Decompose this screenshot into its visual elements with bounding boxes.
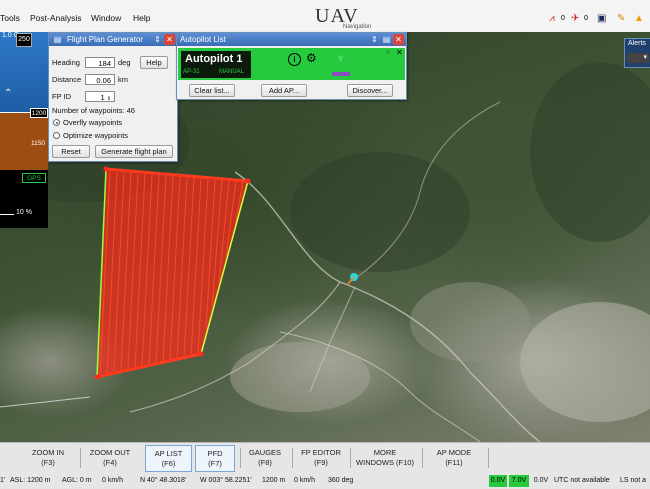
- generate-flight-plan-button[interactable]: Generate flight plan: [95, 145, 173, 158]
- chart-icon[interactable]: ⩘: [549, 13, 555, 24]
- status-speed: 0 km/h: [102, 477, 124, 484]
- pin-icon[interactable]: ⇕: [152, 34, 163, 45]
- distance-input[interactable]: 0.06: [85, 74, 115, 85]
- menu-bar: Tools Post-Analysis Window Help UAV Navi…: [0, 0, 650, 33]
- status-alt2: 1200 m: [262, 477, 286, 484]
- warning-icon[interactable]: ▲: [634, 13, 644, 24]
- status-ls: LS not a: [620, 477, 647, 484]
- clear-list-button[interactable]: Clear list...: [189, 84, 235, 97]
- add-ap-button[interactable]: Add AP...: [261, 84, 307, 97]
- voltage-1: 0.0V: [489, 475, 507, 487]
- zoom-in-button[interactable]: ZOOM IN (F3): [18, 445, 78, 472]
- gear-icon[interactable]: ⚙: [306, 51, 317, 65]
- reset-button[interactable]: Reset: [52, 145, 90, 158]
- ap-name: Autopilot 1: [185, 53, 243, 65]
- pen-icon[interactable]: ✎: [617, 13, 625, 24]
- toolbar-count-b: 0: [584, 15, 588, 22]
- autopilot-list-window[interactable]: Autopilot List ⇕ ▤ ✕ Autopilot 1 AP-31 M…: [176, 32, 407, 100]
- camera-icon[interactable]: ▣: [597, 13, 606, 24]
- menu-window[interactable]: Window: [91, 13, 121, 23]
- restore-icon[interactable]: ▤: [381, 34, 392, 45]
- ap-id: AP-31: [183, 69, 200, 75]
- uav-marker[interactable]: [346, 273, 358, 286]
- close-icon[interactable]: ✕: [393, 34, 404, 45]
- signal-bar: [332, 72, 350, 76]
- ap-list-button[interactable]: AP LIST (F6): [145, 445, 192, 472]
- pfd-panel[interactable]: 1.0 G 250 ⌃ 1200 1150 GPS 10 % m: [0, 32, 48, 228]
- gps-status: GPS: [22, 173, 46, 183]
- pfd-button[interactable]: PFD (F7): [195, 445, 235, 472]
- stepper-arrows-icon[interactable]: ⇕: [107, 96, 111, 102]
- status-heading: 360 deg: [328, 477, 354, 484]
- fpid-stepper[interactable]: 1 ⇕: [85, 91, 115, 102]
- fpid-value: 1: [100, 93, 105, 102]
- status-utc: UTC not available: [554, 477, 610, 484]
- card-close-icon[interactable]: ✕: [396, 48, 403, 57]
- pfd-percent: 10 %: [16, 209, 32, 216]
- info-icon[interactable]: i: [288, 53, 301, 66]
- menu-tools[interactable]: Tools: [0, 13, 20, 23]
- gauges-button[interactable]: GAUGES (F8): [242, 445, 288, 472]
- pfd-alt-top: 250: [16, 33, 32, 47]
- menu-help[interactable]: Help: [133, 13, 150, 23]
- menu-post-analysis[interactable]: Post-Analysis: [30, 13, 82, 23]
- waypoints-count: Number of waypoints: 46: [52, 106, 135, 115]
- ap-mode: MANUAL: [219, 69, 245, 75]
- card-status-icon: ○: [386, 49, 391, 56]
- ap-mode-button[interactable]: AP MODE (F11): [424, 445, 484, 472]
- distance-unit: km: [118, 75, 128, 84]
- status-agl: AGL: 0 m: [62, 477, 92, 484]
- flight-plan-area[interactable]: [94, 166, 251, 380]
- ap-info-box: Autopilot 1 AP-31 MANUAL: [181, 51, 251, 78]
- zoom-out-button[interactable]: ZOOM OUT (F4): [82, 445, 138, 472]
- heading-label: Heading: [52, 58, 80, 67]
- more-windows-button[interactable]: MORE WINDOWS (F10): [352, 445, 418, 472]
- close-icon[interactable]: ✕: [164, 34, 175, 45]
- toolbar-count-a: 0: [561, 15, 565, 22]
- alerts-title: Alerts: [628, 40, 646, 47]
- overfly-label[interactable]: Overfly waypoints: [63, 118, 122, 127]
- optimize-label[interactable]: Optimize waypoints: [63, 131, 128, 140]
- alerts-panel[interactable]: Alerts ▾: [624, 38, 650, 68]
- voltage-2: 7.0V: [509, 475, 529, 487]
- help-button[interactable]: Help: [140, 56, 168, 69]
- status-latitude: N 40° 48.3018': [140, 477, 187, 484]
- voltage-3: 0.0V: [531, 475, 551, 487]
- fp-editor-button[interactable]: FP EDITOR (F9): [294, 445, 348, 472]
- optimize-radio[interactable]: [53, 132, 60, 139]
- distance-label: Distance: [52, 75, 82, 84]
- autopilot-card[interactable]: Autopilot 1 AP-31 MANUAL i ⚙ ♆ ○ ✕: [178, 48, 405, 80]
- fpg-title: Flight Plan Generator: [67, 35, 144, 44]
- status-speed2: 0 km/h: [294, 477, 316, 484]
- status-alt1: 1': [0, 477, 6, 484]
- uav-navigation-logo: UAV Navigation: [315, 5, 372, 30]
- status-longitude: W 003° 58.2251': [200, 477, 252, 484]
- pfd-altitude-readout: 1200: [30, 108, 48, 118]
- flight-plan-generator-window[interactable]: Flight Plan Generator ▤ ⇕ ✕ Heading 184 …: [48, 32, 178, 162]
- discover-button[interactable]: Discover...: [347, 84, 393, 97]
- pfd-alt-1150: 1150: [31, 140, 45, 147]
- antenna-icon: ♆: [336, 51, 345, 65]
- fpid-label: FP ID: [52, 92, 72, 101]
- ap-list-titlebar[interactable]: Autopilot List ⇕ ▤ ✕: [177, 33, 406, 46]
- fpg-titlebar[interactable]: Flight Plan Generator ▤ ⇕ ✕: [49, 33, 177, 46]
- aircraft-symbol-icon: ⌃: [4, 88, 13, 99]
- status-asl: ASL: 1200 m: [10, 477, 51, 484]
- rocket-icon[interactable]: ✈: [571, 13, 579, 24]
- heading-unit: deg: [118, 58, 131, 67]
- overfly-radio[interactable]: [53, 119, 60, 126]
- ap-list-title: Autopilot List: [180, 35, 226, 44]
- minimize-icon[interactable]: ⇕: [369, 34, 380, 45]
- alerts-dropdown-icon[interactable]: ▾: [627, 53, 649, 63]
- bottom-toolbar: ZOOM IN (F3) ZOOM OUT (F4) AP LIST (F6) PFD…: [0, 442, 650, 489]
- window-icon: ▤: [53, 35, 62, 44]
- heading-input[interactable]: 184: [85, 57, 115, 68]
